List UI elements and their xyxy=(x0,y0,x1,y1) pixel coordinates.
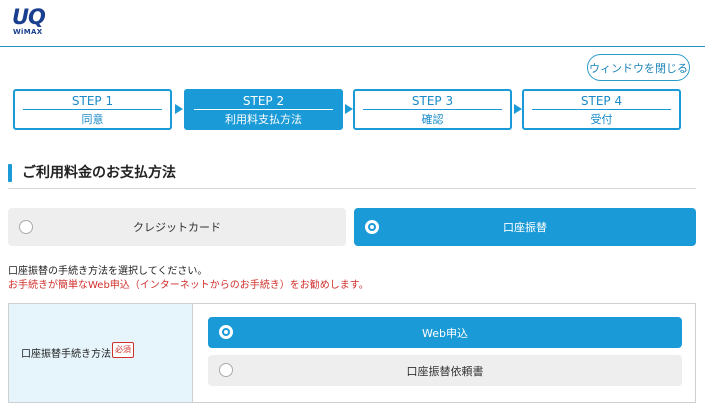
logo-main: UQ xyxy=(12,5,46,29)
payment-option-credit-card[interactable]: クレジットカード xyxy=(8,208,346,246)
step-2: STEP 2 利用料支払方法 xyxy=(184,89,343,130)
step-3: STEP 3 確認 xyxy=(353,89,512,130)
step-arrow-icon xyxy=(514,104,522,114)
step-number: STEP 2 xyxy=(194,93,333,110)
step-number: STEP 1 xyxy=(23,93,162,110)
logo-sub: WiMAX xyxy=(13,28,43,36)
instruction-text: 口座振替の手続き方法を選択してください。 xyxy=(8,266,208,277)
transfer-option-label: 口座振替依頼書 xyxy=(406,364,484,378)
step-arrow-icon xyxy=(345,104,353,114)
section-title: ご利用料金のお支払方法 xyxy=(8,163,176,183)
transfer-option-web[interactable]: Web申込 xyxy=(208,317,682,348)
payment-option-label: 口座振替 xyxy=(503,221,547,234)
section-bar-icon xyxy=(8,164,12,182)
payment-option-label: クレジットカード xyxy=(133,221,221,234)
divider xyxy=(8,188,696,189)
step-progress: STEP 1 同意 STEP 2 利用料支払方法 STEP 3 確認 STEP … xyxy=(13,89,683,130)
step-arrow-icon xyxy=(175,104,183,114)
payment-option-bank-transfer[interactable]: 口座振替 xyxy=(354,208,696,246)
close-window-button[interactable]: ウィンドウを閉じる xyxy=(587,54,690,81)
step-number: STEP 4 xyxy=(532,93,671,110)
radio-unchecked-icon xyxy=(219,363,233,377)
step-label: 確認 xyxy=(421,113,444,126)
recommend-text: お手続きが簡単なWeb申込（インターネットからのお手続き）をお勧めします。 xyxy=(8,280,369,291)
page-header: UQ WiMAX xyxy=(0,0,705,47)
step-4: STEP 4 受付 xyxy=(522,89,681,130)
form-label: 口座振替手続き方法 xyxy=(21,349,111,360)
radio-unchecked-icon xyxy=(19,220,33,234)
step-label: 利用料支払方法 xyxy=(225,113,302,126)
step-label: 受付 xyxy=(590,113,613,126)
step-1: STEP 1 同意 xyxy=(13,89,172,130)
radio-checked-icon xyxy=(365,220,379,234)
required-badge: 必須 xyxy=(112,342,134,358)
transfer-option-paper-form[interactable]: 口座振替依頼書 xyxy=(208,355,682,386)
transfer-option-label: Web申込 xyxy=(422,326,468,340)
step-label: 同意 xyxy=(81,113,104,126)
form-label-cell: 口座振替手続き方法 必須 xyxy=(9,304,193,402)
section-title-text: ご利用料金のお支払方法 xyxy=(22,165,176,181)
uq-wimax-logo: UQ WiMAX xyxy=(12,5,48,37)
transfer-method-form: 口座振替手続き方法 必須 Web申込 口座振替依頼書 xyxy=(8,303,696,403)
step-number: STEP 3 xyxy=(363,93,502,110)
radio-checked-icon xyxy=(219,325,233,339)
